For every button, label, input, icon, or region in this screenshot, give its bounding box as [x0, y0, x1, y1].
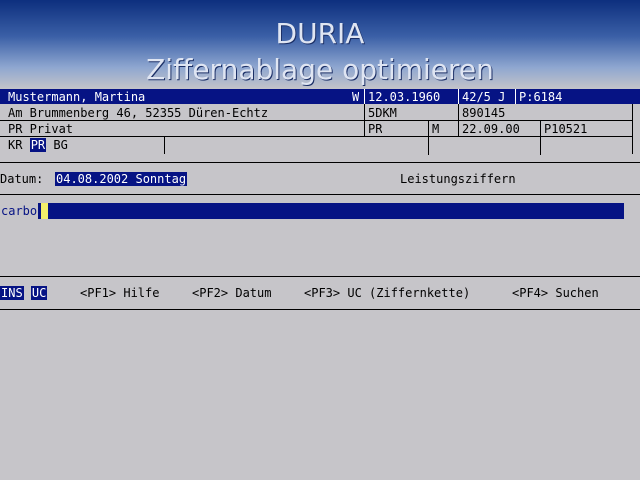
doctor-code: P10521 — [544, 122, 588, 136]
date-label: Datum: — [0, 172, 44, 186]
pf3-uc-key[interactable]: <PF3> UC (Ziffernkette) — [304, 285, 470, 301]
mode-indicators: INS UC — [0, 285, 48, 301]
insurance-type: PR Privat — [8, 122, 74, 136]
tag-list: KR PR BG — [8, 137, 68, 153]
tag-pr[interactable]: PR — [29, 138, 47, 152]
patient-distance: 5DKM — [368, 106, 397, 120]
grid-line — [0, 162, 640, 163]
insurance-number: 890145 — [462, 106, 506, 120]
pf1-help-key[interactable]: <PF1> Hilfe — [80, 285, 159, 301]
pf4-search-key[interactable]: <PF4> Suchen — [512, 285, 599, 301]
grid-line — [632, 104, 633, 154]
grid-line — [364, 104, 365, 136]
valid-date: 22.09.00 — [462, 122, 520, 136]
grid-line — [164, 137, 165, 154]
tag-bg[interactable]: BG — [53, 138, 67, 152]
separator — [0, 276, 640, 277]
patient-address: Am Brummenberg 46, 52355 Düren-Echtz — [8, 106, 269, 120]
separator — [0, 194, 640, 195]
patient-name: Mustermann, Martina — [8, 90, 146, 104]
grid-line — [428, 120, 429, 155]
divider — [364, 89, 365, 104]
date-value[interactable]: 04.08.2002 Sonntag — [55, 172, 188, 186]
separator — [0, 309, 640, 310]
grid-line — [0, 136, 632, 137]
insert-mode-badge: INS — [0, 286, 24, 300]
pf2-date-key[interactable]: <PF2> Datum — [192, 285, 271, 301]
service-code-field[interactable] — [0, 203, 624, 219]
patient-header-bar: Mustermann, Martina W 12.03.1960 42/5 J … — [0, 89, 640, 104]
patient-sex: W — [352, 90, 360, 104]
patient-age: 42/5 J — [462, 90, 506, 104]
grid-line — [458, 104, 459, 136]
divider — [515, 89, 516, 104]
screen-subtitle: Ziffernablage optimieren — [146, 53, 494, 86]
patient-number: P:6184 — [519, 90, 563, 104]
member-status: M — [432, 122, 440, 136]
app-title: DURIA — [275, 17, 365, 50]
title-banner: DURIA Ziffernablage optimieren — [0, 0, 640, 90]
patient-birthdate: 12.03.1960 — [368, 90, 441, 104]
text-cursor — [41, 203, 48, 219]
tag-kr[interactable]: KR — [8, 138, 22, 152]
uppercase-mode-badge: UC — [30, 286, 48, 300]
service-code-input[interactable]: carbo — [0, 203, 39, 219]
insurance-code: PR — [368, 122, 383, 136]
divider — [458, 89, 459, 104]
grid-line — [540, 120, 541, 155]
section-title: Leistungsziffern — [400, 172, 516, 186]
date-field[interactable]: 04.08.2002 Sonntag — [55, 171, 188, 187]
